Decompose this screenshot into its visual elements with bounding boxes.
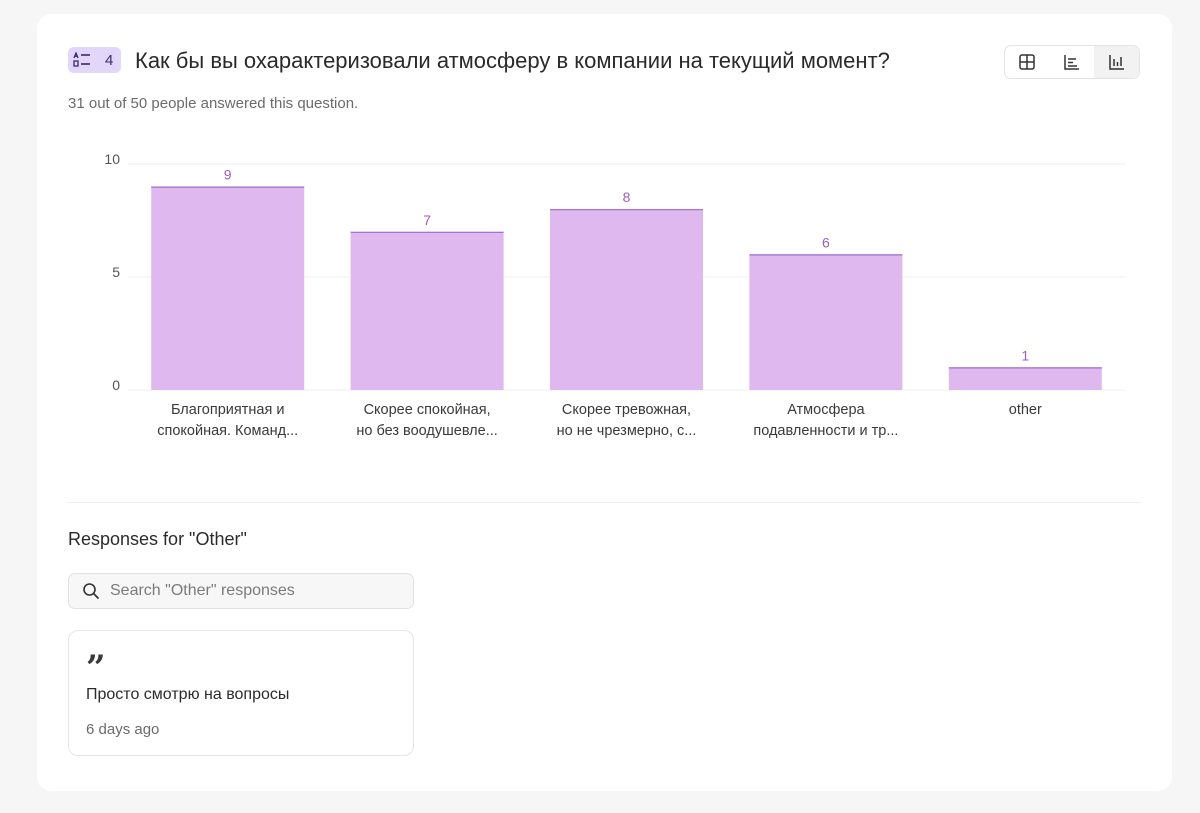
x-category-label: Скорее спокойная, xyxy=(364,402,491,418)
bar-value-label: 1 xyxy=(1021,347,1029,363)
other-search-input[interactable] xyxy=(108,581,402,601)
bar-value-label: 7 xyxy=(423,212,431,228)
x-category-label: Скорее тревожная, xyxy=(562,402,691,418)
quote-icon: ” xyxy=(86,648,106,688)
response-time: 6 days ago xyxy=(86,721,160,738)
bar-value-label: 8 xyxy=(623,189,631,205)
y-tick-label: 10 xyxy=(104,151,120,167)
responses-bar-chart: 0 5 10 9 Благоприятная и спокойная. Команд...… xyxy=(104,151,1125,439)
other-search-box xyxy=(68,573,414,609)
bar xyxy=(151,186,305,390)
other-response-card: ” Просто смотрю на вопросы 6 days ago xyxy=(68,630,414,756)
bar xyxy=(749,254,903,390)
x-category-label: подавленности и тр... xyxy=(753,423,898,439)
x-category-label: Атмосфера xyxy=(787,402,865,418)
bar xyxy=(948,367,1102,390)
bar-value-label: 6 xyxy=(822,234,830,250)
y-tick-label: 5 xyxy=(112,264,120,280)
bar-value-label: 9 xyxy=(224,167,232,183)
section-divider xyxy=(68,502,1141,503)
x-category-label: Благоприятная и xyxy=(171,402,284,418)
bar xyxy=(350,231,504,390)
x-category-label: спокойная. Команд... xyxy=(157,423,298,439)
question-card: 4 Как бы вы охарактеризовали атмосферу в… xyxy=(37,14,1172,791)
search-icon xyxy=(82,582,100,600)
response-text: Просто смотрю на вопросы xyxy=(86,686,290,703)
y-tick-label: 0 xyxy=(112,377,120,393)
bar xyxy=(550,209,703,390)
x-category-label: other xyxy=(1009,402,1042,418)
other-responses-heading: Responses for "Other" xyxy=(68,529,247,549)
x-category-label: но без воодушевле... xyxy=(356,423,497,439)
x-category-label: но не чрезмерно, с... xyxy=(557,423,697,439)
